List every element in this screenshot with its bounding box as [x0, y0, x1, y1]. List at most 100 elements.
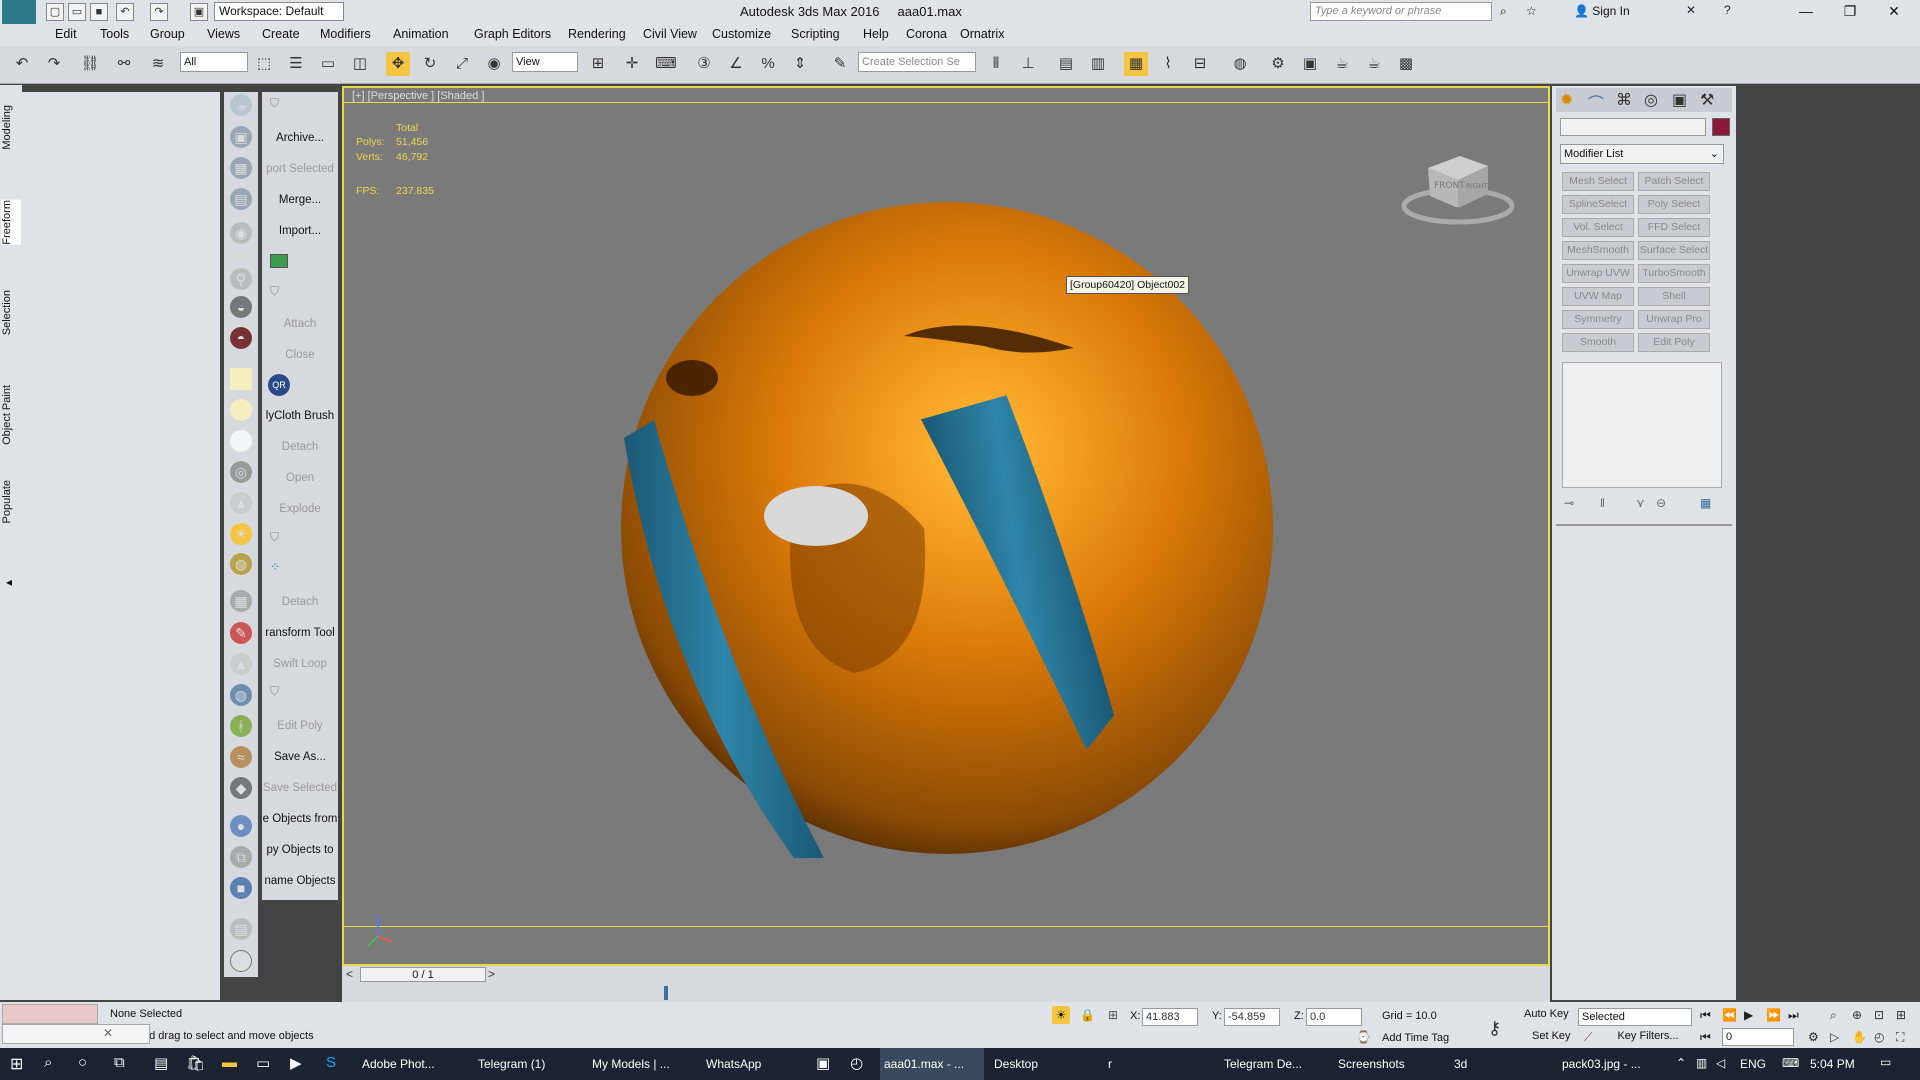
detach-button[interactable]: Detach	[262, 441, 338, 453]
monitor-icon[interactable]: ▭	[256, 1054, 270, 1072]
key-mode-toggle-icon[interactable]: ⏮	[1700, 1030, 1711, 1045]
keyboard-shortcut-icon[interactable]: ⌨	[654, 52, 678, 76]
symmetry-button[interactable]: Symmetry	[1562, 310, 1634, 329]
utilities-tab-icon[interactable]: ⚒	[1700, 90, 1714, 110]
export-selected-button[interactable]: port Selected	[262, 163, 338, 175]
keyboard-icon[interactable]: ⌨	[1782, 1056, 1799, 1070]
sign-in-button[interactable]: 👤 Sign In	[1574, 4, 1630, 18]
x-coord-field[interactable]: 41.883	[1142, 1008, 1198, 1026]
attach-button[interactable]: Attach	[262, 318, 338, 330]
align-icon[interactable]: ⊥	[1016, 52, 1040, 76]
modifier-list-dropdown[interactable]: Modifier List ⌄	[1560, 144, 1724, 164]
gallery-icon[interactable]: ▣	[816, 1054, 830, 1072]
menu-customize[interactable]: Customize	[712, 27, 771, 41]
green-render-icon[interactable]	[270, 254, 288, 268]
ribbon-toggle-icon[interactable]: ▥	[1086, 52, 1110, 76]
named-selection-dropdown[interactable]: Create Selection Se	[858, 52, 976, 72]
curve-editor-icon[interactable]: ⌇	[1156, 52, 1180, 76]
windows-start-icon[interactable]: ⊞	[10, 1054, 23, 1074]
absolute-mode-icon[interactable]: ⊞	[1108, 1008, 1118, 1022]
objects-from-button[interactable]: e Objects from	[262, 813, 338, 825]
remove-modifier-icon[interactable]: ⊖	[1656, 496, 1666, 510]
auto-key-button[interactable]: Auto Key	[1524, 1008, 1569, 1020]
network-icon[interactable]: ▥	[1696, 1056, 1707, 1070]
file-explorer-icon[interactable]: ▬	[222, 1054, 237, 1071]
layer-manager-icon[interactable]: ▤	[1054, 52, 1078, 76]
menu-edit[interactable]: Edit	[55, 27, 77, 41]
calculator-icon[interactable]: ▤	[154, 1054, 168, 1072]
select-by-name-icon[interactable]: ☰	[284, 52, 308, 76]
key-filters-button[interactable]: Key Filters...	[1608, 1030, 1688, 1046]
sphere-model[interactable]	[604, 198, 1284, 878]
add-time-tag[interactable]: Add Time Tag	[1382, 1032, 1449, 1044]
prev-frame-arrow-icon[interactable]: <	[346, 967, 353, 981]
window-crossing-icon[interactable]: ◫	[348, 52, 372, 76]
redo-icon[interactable]: ↷	[42, 52, 66, 76]
redo-icon[interactable]: ↷	[150, 3, 168, 21]
taskbar-whatsapp[interactable]: WhatsApp	[702, 1048, 812, 1080]
material-icon[interactable]: ■	[230, 877, 252, 899]
torus-icon[interactable]: ◎	[230, 461, 252, 483]
taskbar-3dsmax[interactable]: aaa01.max - ...	[880, 1048, 984, 1080]
scale-icon[interactable]: ⤢	[450, 52, 474, 76]
track-bar[interactable]	[342, 984, 1550, 1002]
key-tangent-icon[interactable]: ⟋	[1584, 1030, 1592, 1045]
rendered-frame-icon[interactable]: ▣	[1298, 52, 1322, 76]
viewcube-right[interactable]: RIGHT	[1466, 182, 1489, 190]
menu-views[interactable]: Views	[207, 27, 240, 41]
rect-selection-icon[interactable]: ▭	[316, 52, 340, 76]
go-to-end-icon[interactable]: ⏭	[1788, 1008, 1799, 1023]
perspective-viewport[interactable]: [+] [Perspective ] [Shaded ] Total Polys…	[342, 86, 1550, 966]
meshsmooth-button[interactable]: MeshSmooth	[1562, 241, 1634, 260]
menu-group[interactable]: Group	[150, 27, 185, 41]
menu-rendering[interactable]: Rendering	[568, 27, 626, 41]
render-icon[interactable]: ◒	[230, 296, 252, 318]
angle-snap-icon[interactable]: ∠	[724, 52, 748, 76]
save-icon[interactable]: ■	[90, 3, 108, 21]
menu-civil-view[interactable]: Civil View	[643, 27, 697, 41]
edit-named-selection-icon[interactable]: ✎	[828, 52, 852, 76]
link-icon[interactable]: ⛓	[78, 52, 102, 76]
menu-graph-editors[interactable]: Graph Editors	[474, 27, 551, 41]
tab-populate[interactable]: Populate	[1, 480, 21, 523]
unwrap-uvw-button[interactable]: Unwrap UVW	[1562, 264, 1634, 283]
go-to-start-icon[interactable]: ⏮	[1700, 1008, 1711, 1023]
help-icon[interactable]: ?	[1724, 3, 1731, 17]
edit-poly-modifier-button[interactable]: Edit Poly	[1638, 333, 1710, 352]
time-slider-thumb[interactable]: 0 / 1	[360, 967, 486, 982]
select-object-icon[interactable]: ⬚	[252, 52, 276, 76]
current-frame-field[interactable]: 0	[1722, 1028, 1794, 1046]
hair-icon[interactable]: ≈	[230, 746, 252, 768]
transform-tool-button[interactable]: ransform Tool	[262, 627, 338, 639]
copy-objects-to-button[interactable]: py Objects to	[262, 844, 338, 856]
tab-object-paint[interactable]: Object Paint	[1, 385, 21, 445]
copy-icon[interactable]: ⧉	[230, 846, 252, 868]
glass-sphere-icon[interactable]: ●	[230, 815, 252, 837]
grass-icon[interactable]: ᚼ	[230, 715, 252, 737]
teapot-icon[interactable]: ☕	[230, 94, 252, 116]
sun-icon[interactable]: ☀	[230, 523, 252, 545]
exchange-icon[interactable]: ✕	[1686, 3, 1696, 17]
z-coord-field[interactable]: 0.0	[1306, 1008, 1362, 1026]
prev-key-icon[interactable]: ⏪	[1722, 1008, 1737, 1022]
fov-icon[interactable]: ▷	[1830, 1030, 1839, 1044]
notifications-icon[interactable]: ▭	[1880, 1055, 1891, 1069]
scene-explorer-icon[interactable]: ▦	[1124, 52, 1148, 76]
media-icon[interactable]: ▶	[290, 1054, 302, 1072]
menu-scripting[interactable]: Scripting	[791, 27, 840, 41]
new-file-icon[interactable]: ▢	[46, 3, 64, 21]
tab-modeling[interactable]: Modeling	[1, 105, 21, 150]
motion-tab-icon[interactable]: ◎	[1644, 90, 1658, 110]
pin-stack-icon[interactable]: ⊸	[1564, 496, 1574, 510]
percent-snap-icon[interactable]: %	[756, 52, 780, 76]
minimize-button[interactable]: —	[1784, 0, 1828, 24]
spline-select-button[interactable]: SplineSelect	[1562, 195, 1634, 214]
make-unique-icon[interactable]: ⋎	[1636, 496, 1645, 510]
select-move-icon[interactable]: ✥	[386, 52, 410, 76]
undo-icon[interactable]: ↶	[116, 3, 134, 21]
close-button[interactable]: ✕	[1872, 0, 1916, 24]
spinner-snap-icon[interactable]: ⇕	[788, 52, 812, 76]
store-icon[interactable]: 🛍	[186, 1054, 205, 1072]
taskbar-image-viewer[interactable]: pack03.jpg - ...	[1558, 1048, 1670, 1080]
sphere-icon[interactable]	[230, 430, 252, 452]
